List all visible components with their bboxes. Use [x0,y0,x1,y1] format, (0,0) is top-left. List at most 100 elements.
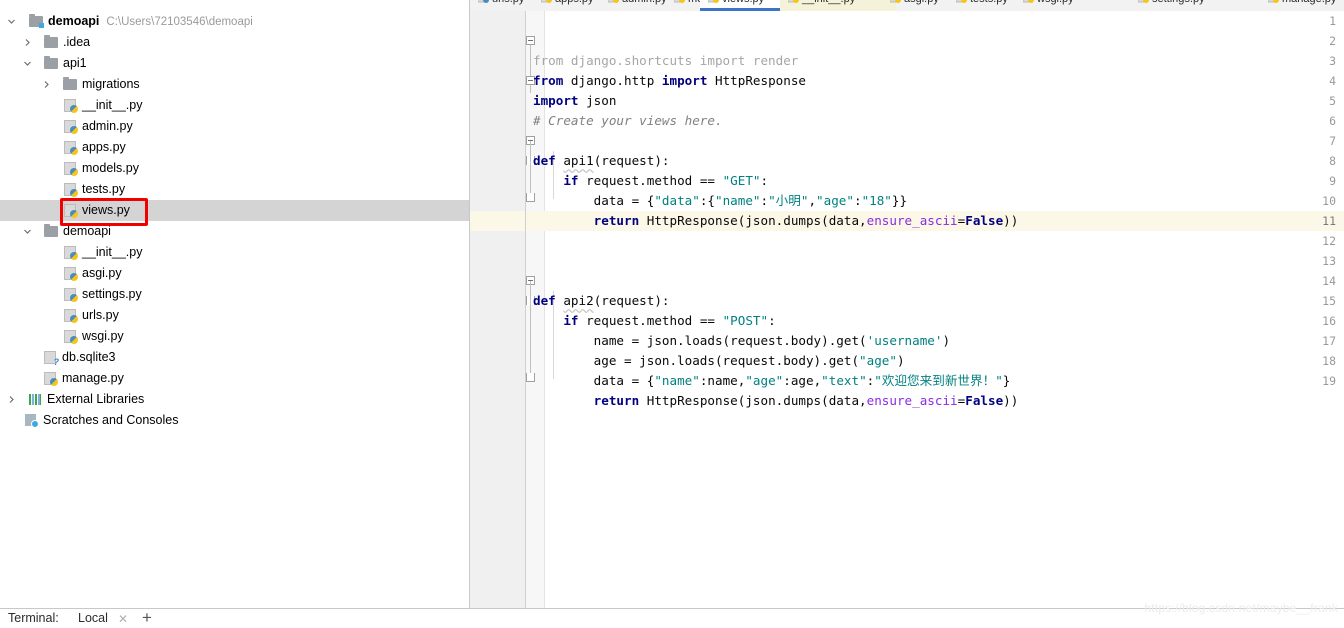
code-line[interactable]: data = {"name":name,"age":age,"text":"欢迎… [470,351,1344,388]
python-file-icon [787,0,799,6]
tree-node-label: __init__.py [82,245,143,259]
tree-node-api1[interactable]: api1 [0,53,469,74]
tab-label: admin.py [622,0,667,5]
code-line[interactable]: def api1(request): [470,131,1344,168]
python-file-icon [62,182,79,197]
code-line[interactable]: from django.http import HttpResponse [470,51,1344,88]
tree-node-label: __init__.py [82,98,143,112]
python-file-icon [477,0,489,6]
tree-node-demoapi-asgi[interactable]: asgi.py [0,263,469,284]
python-file-icon [62,245,79,260]
code-line[interactable] [470,111,1344,131]
project-tree-panel[interactable]: demoapi C:\Users\72103546\demoapi .idea … [0,11,469,608]
editor-tab-manage[interactable]: manage.py [1260,0,1344,11]
ide-window: urls.py apps.py admin.py models.py views… [0,0,1344,628]
editor-tab-urls[interactable]: urls.py [470,0,532,11]
tree-node-manage[interactable]: manage.py [0,368,469,389]
python-file-icon [1137,0,1149,6]
code-line[interactable] [470,11,1344,31]
python-file-icon [540,0,552,6]
code-line[interactable]: data = {"data":{"name":"小明","age":"18"}} [470,171,1344,208]
tree-node-label: api1 [63,56,87,70]
code-line[interactable] [470,211,1344,231]
code-line[interactable]: if request.method == "GET": [470,151,1344,188]
python-file-icon [607,0,619,6]
editor-tab-admin[interactable]: admin.py [600,0,675,11]
code-line[interactable]: from django.shortcuts import render [470,31,1344,68]
code-line[interactable]: # Create your views here. [470,91,1344,128]
tree-node-api1-init[interactable]: __init__.py [0,95,469,116]
folder-icon [43,56,60,71]
code-line[interactable]: return HttpResponse(json.dumps(data,ensu… [470,371,1344,408]
tree-node-demoapi-pkg[interactable]: demoapi [0,221,469,242]
tree-node-label: db.sqlite3 [62,350,116,364]
tree-node-idea[interactable]: .idea [0,32,469,53]
tree-node-demoapi-init[interactable]: __init__.py [0,242,469,263]
code-editor[interactable]: 1 2 3 4 5 6 7 8 9 10 11 12 13 14 15 16 1… [470,11,1344,608]
editor-tab-wsgi[interactable]: wsgi.py [1015,0,1082,11]
tree-node-label: urls.py [82,308,119,322]
tree-node-label: models.py [82,161,139,175]
tree-node-label: views.py [82,203,130,217]
chevron-right-icon[interactable] [5,393,18,406]
tree-node-migrations[interactable]: migrations [0,74,469,95]
tree-node-label: .idea [63,35,91,49]
tab-label: apps.py [555,0,594,5]
add-terminal-icon[interactable]: + [142,608,152,628]
code-line[interactable]: import json [470,71,1344,108]
close-icon[interactable]: ✕ [118,612,128,626]
editor-tab-apps[interactable]: apps.py [533,0,602,11]
python-file-icon [889,0,901,6]
python-file-icon [707,0,719,6]
tree-node-api1-models[interactable]: models.py [0,158,469,179]
terminal-tab-local[interactable]: Local [78,611,108,625]
editor-tab-asgi[interactable]: asgi.py [882,0,947,11]
tree-node-label: migrations [82,77,140,91]
code-line[interactable]: return HttpResponse(json.dumps(data,ensu… [470,191,1344,228]
editor-tab-tests[interactable]: tests.py [948,0,1016,11]
code-line[interactable]: name = json.loads(request.body).get('use… [470,311,1344,348]
folder-icon [43,35,60,50]
project-path: C:\Users\72103546\demoapi [106,15,253,28]
python-file-icon [1022,0,1034,6]
db-file-icon [42,350,59,367]
chevron-down-icon[interactable] [21,57,34,70]
chevron-right-icon[interactable] [40,78,53,91]
tree-node-api1-apps[interactable]: apps.py [0,137,469,158]
python-file-icon [42,371,59,386]
tree-node-label: Scratches and Consoles [43,413,179,427]
tree-node-api1-admin[interactable]: admin.py [0,116,469,137]
code-line[interactable]: age = json.loads(request.body).get("age"… [470,331,1344,368]
tree-node-db-sqlite3[interactable]: db.sqlite3 [0,347,469,368]
tree-node-root[interactable]: demoapi C:\Users\72103546\demoapi [0,11,469,32]
tree-node-label: demoapi [48,14,100,28]
tree-node-label: wsgi.py [82,329,124,343]
tree-node-api1-views[interactable]: views.py [0,200,469,221]
tree-node-label: tests.py [82,182,126,196]
tree-node-scratches[interactable]: Scratches and Consoles [0,410,469,431]
chevron-down-icon[interactable] [5,15,18,28]
editor-tab-settings[interactable]: settings.py [1130,0,1213,11]
code-line[interactable] [470,231,1344,251]
editor-tab-init[interactable]: __init__.py [780,0,896,11]
python-file-icon [673,0,685,6]
tree-node-api1-tests[interactable]: tests.py [0,179,469,200]
tree-node-external-libraries[interactable]: External Libraries [0,389,469,410]
chevron-right-icon[interactable] [21,36,34,49]
editor-tab-views[interactable]: views.py [700,0,791,11]
tree-node-demoapi-urls[interactable]: urls.py [0,305,469,326]
python-file-icon [62,98,79,113]
tab-label: wsgi.py [1037,0,1074,5]
python-file-icon [62,329,79,344]
code-line[interactable]: if request.method == "POST": [470,291,1344,328]
chevron-down-icon[interactable] [21,225,34,238]
python-file-icon [62,119,79,134]
code-line[interactable]: def api2(request): [470,271,1344,308]
tree-node-demoapi-wsgi[interactable]: wsgi.py [0,326,469,347]
tree-node-demoapi-settings[interactable]: settings.py [0,284,469,305]
terminal-status-bar[interactable]: Terminal: Local ✕ + [0,608,1344,628]
tab-label: views.py [722,0,764,5]
tab-label: asgi.py [904,0,939,5]
tree-node-label: demoapi [63,224,111,238]
code-line[interactable] [470,251,1344,271]
